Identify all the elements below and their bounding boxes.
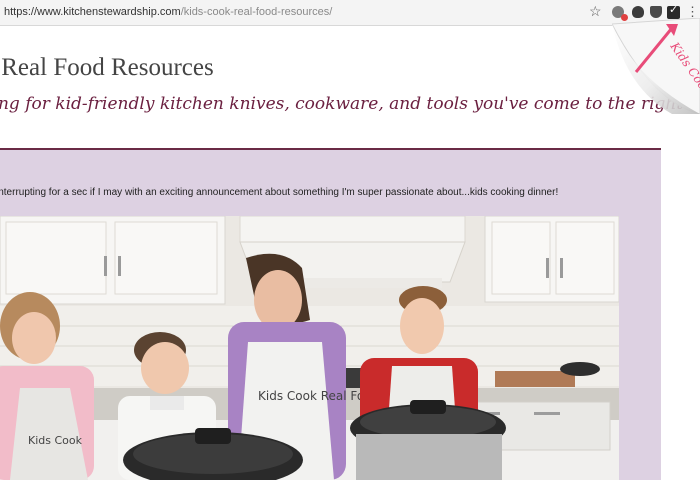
kids-cooking-corner-tab[interactable]: Kids Cooking (612, 18, 700, 114)
kids-cooking-video-still[interactable]: Kids Cook Kids Cook Real Food (0, 216, 619, 480)
url-host: https://www.kitchenstewardship.com (4, 6, 181, 18)
url-text[interactable]: https://www.kitchenstewardship.com/kids-… (4, 6, 332, 18)
announcement-text: interrupting for a sec if I may with an … (0, 187, 559, 198)
extension-icon[interactable] (612, 6, 628, 21)
page-title: ok Real Food Resources (0, 54, 214, 81)
extension-icon[interactable] (632, 6, 644, 18)
girl-apron-text: Kids Cook (28, 434, 83, 447)
url-path: /kids-cook-real-food-resources/ (180, 6, 333, 18)
star-icon[interactable]: ☆ (589, 3, 602, 20)
page-tagline: oking for kid-friendly kitchen knives, c… (0, 94, 684, 114)
browser-address-bar[interactable]: https://www.kitchenstewardship.com/kids-… (0, 0, 700, 26)
extension-icon[interactable] (650, 6, 662, 18)
